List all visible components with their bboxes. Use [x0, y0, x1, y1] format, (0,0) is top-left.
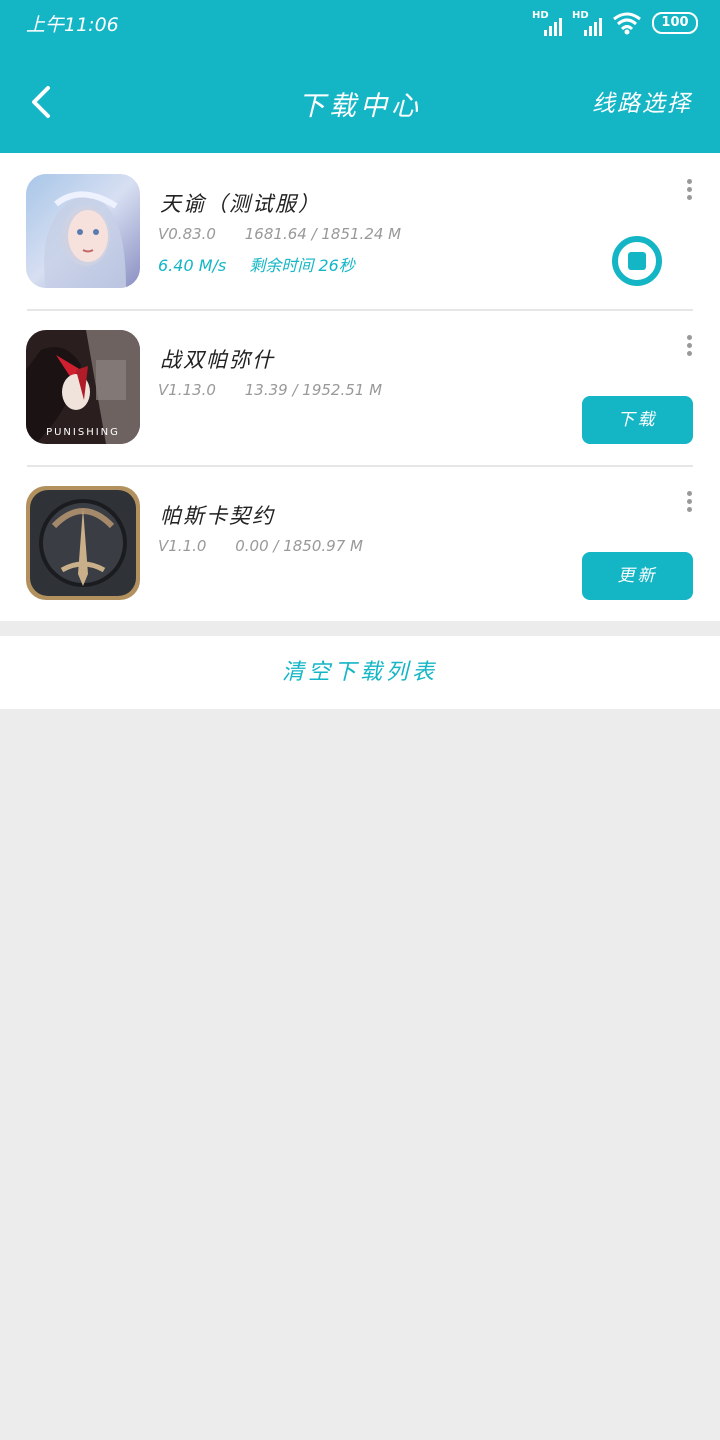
download-button[interactable]: 下载	[582, 396, 693, 444]
download-speed: 6.40 M/s	[158, 256, 227, 275]
signal-icon: HD	[532, 10, 562, 36]
remaining-time: 剩余时间 26秒	[249, 256, 355, 275]
app-header: 上午11:06 HD HD 100 下载中心 线路选择	[0, 0, 720, 153]
game-version: V1.1.0	[158, 537, 207, 555]
wifi-icon	[613, 12, 641, 35]
download-progress: 13.39 / 1952.51 M	[244, 381, 383, 399]
download-progress: 0.00 / 1850.97 M	[235, 537, 363, 555]
signal-icon-2: HD	[572, 10, 602, 36]
game-icon-pascal	[26, 486, 140, 600]
stop-download-icon[interactable]	[612, 236, 662, 286]
game-icon-punishing: PUNISHING	[26, 330, 140, 444]
download-progress: 1681.64 / 1851.24 M	[244, 225, 402, 243]
game-version: V0.83.0	[158, 225, 216, 243]
game-name: 帕斯卡契约	[160, 504, 275, 528]
download-status: 6.40 M/s 剩余时间 26秒	[158, 252, 373, 276]
update-button[interactable]: 更新	[582, 552, 693, 600]
clear-list-button[interactable]: 清空下载列表	[0, 636, 720, 709]
list-item[interactable]: 帕斯卡契约 V1.1.0 0.00 / 1850.97 M 更新	[0, 465, 720, 621]
more-options-icon[interactable]	[684, 179, 694, 203]
punishing-caption: PUNISHING	[46, 427, 120, 438]
battery-indicator: 100	[652, 12, 698, 34]
game-meta: V1.13.0 13.39 / 1952.51 M	[158, 381, 406, 399]
game-version: V1.13.0	[158, 381, 216, 399]
more-options-icon[interactable]	[684, 491, 694, 515]
game-meta: V1.1.0 0.00 / 1850.97 M	[158, 537, 387, 555]
route-select-button[interactable]: 线路选择	[592, 84, 692, 118]
download-list: 天谕（测试服） V0.83.0 1681.64 / 1851.24 M 6.40…	[0, 153, 720, 621]
status-time: 上午11:06	[26, 14, 119, 36]
game-name: 天谕（测试服）	[160, 192, 321, 216]
list-item[interactable]: 天谕（测试服） V0.83.0 1681.64 / 1851.24 M 6.40…	[0, 153, 720, 309]
game-icon-tianyu	[26, 174, 140, 288]
game-meta: V0.83.0 1681.64 / 1851.24 M	[158, 225, 425, 243]
game-name: 战双帕弥什	[160, 348, 275, 372]
status-icons: HD HD 100	[532, 10, 698, 36]
more-options-icon[interactable]	[684, 335, 694, 359]
list-item[interactable]: PUNISHING 战双帕弥什 V1.13.0 13.39 / 1952.51 …	[0, 309, 720, 465]
